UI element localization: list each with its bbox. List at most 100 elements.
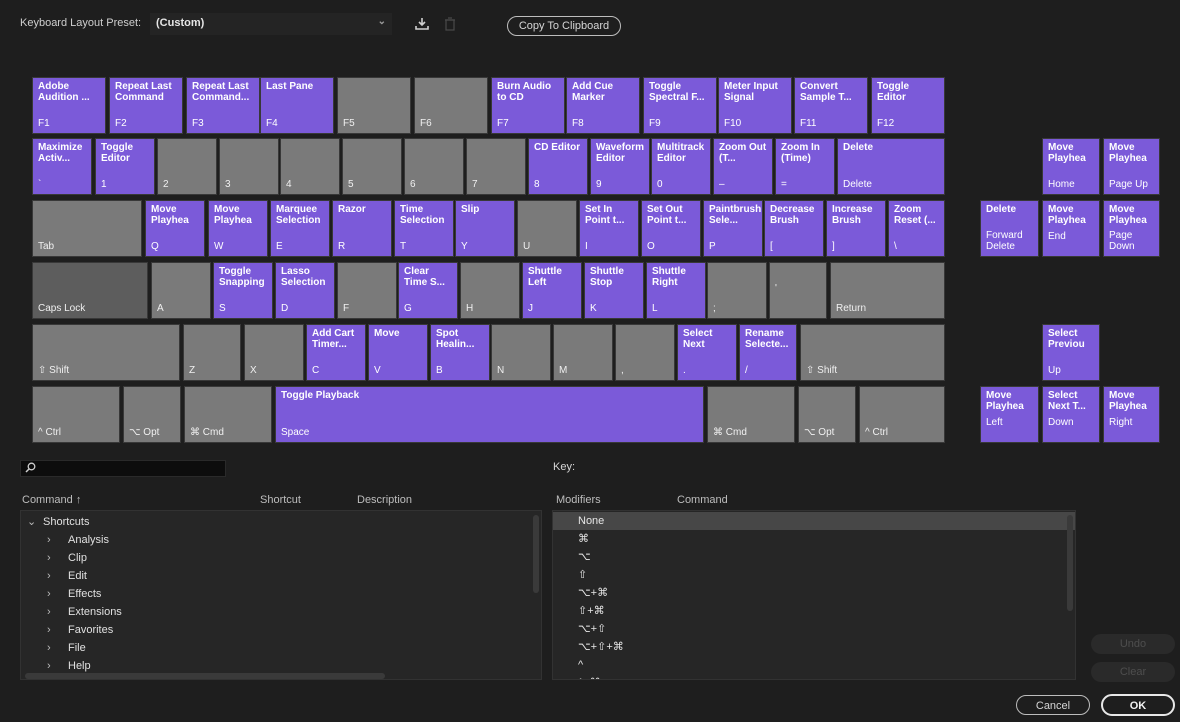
key-right-shift[interactable]: ⇧ Shift — [800, 324, 945, 381]
key-7[interactable]: 7 — [466, 138, 526, 195]
key-page-down[interactable]: Move Playhea Page Down — [1103, 200, 1160, 257]
key-home[interactable]: Move Playhea Home — [1042, 138, 1100, 195]
key-l[interactable]: Shuttle Right L — [646, 262, 706, 319]
key-g[interactable]: Clear Time S... G — [398, 262, 458, 319]
key-right-cmd[interactable]: ⌘ Cmd — [707, 386, 795, 443]
modifier-row[interactable]: ⌥+⇧ — [553, 620, 1075, 638]
key-end[interactable]: Move Playhea End — [1042, 200, 1100, 257]
vertical-scrollbar[interactable] — [533, 515, 539, 593]
save-preset-icon[interactable] — [413, 15, 431, 33]
modifier-row[interactable]: ^+⌘ — [553, 674, 1075, 679]
key-semicolon[interactable]: ; — [707, 262, 767, 319]
key-c[interactable]: Add Cart Timer... C — [306, 324, 366, 381]
vertical-scrollbar[interactable] — [1067, 515, 1073, 611]
key-r[interactable]: Razor R — [332, 200, 392, 257]
key-right-ctrl[interactable]: ^ Ctrl — [859, 386, 945, 443]
key-right-opt[interactable]: ⌥ Opt — [798, 386, 856, 443]
clear-button[interactable]: Clear — [1091, 662, 1175, 682]
key-u[interactable]: U — [517, 200, 577, 257]
key-right-bracket[interactable]: Increase Brush] — [826, 200, 886, 257]
key-return[interactable]: Return — [830, 262, 945, 319]
copy-to-clipboard-button[interactable]: Copy To Clipboard — [507, 16, 621, 36]
key-backtick[interactable]: Maximize Activ... ` — [32, 138, 92, 195]
tree-item[interactable]: › Edit — [47, 567, 87, 585]
key-s[interactable]: Toggle Snapping S — [213, 262, 273, 319]
key-w[interactable]: Move Playhea W — [208, 200, 268, 257]
column-key-command-header[interactable]: Command — [677, 494, 728, 506]
undo-button[interactable]: Undo — [1091, 634, 1175, 654]
key-f3[interactable]: Repeat Last Command... F3 — [186, 77, 260, 134]
tree-item[interactable]: › Favorites — [47, 621, 113, 639]
ok-button[interactable]: OK — [1101, 694, 1175, 716]
key-n[interactable]: N — [491, 324, 551, 381]
key-f11[interactable]: Convert Sample T... F11 — [794, 77, 868, 134]
key-f2[interactable]: Repeat Last Command F2 — [109, 77, 183, 134]
key-f6[interactable]: F6 — [414, 77, 488, 134]
key-f[interactable]: F — [337, 262, 397, 319]
column-shortcut-header[interactable]: Shortcut — [260, 494, 301, 506]
key-quote[interactable]: ' — [769, 262, 827, 319]
key-j[interactable]: Shuttle Left J — [522, 262, 582, 319]
key-2[interactable]: 2 — [157, 138, 217, 195]
key-f4[interactable]: Last Pane F4 — [260, 77, 334, 134]
key-4[interactable]: 4 — [280, 138, 340, 195]
key-slash[interactable]: Rename Selecte... / — [739, 324, 797, 381]
key-z[interactable]: Z — [183, 324, 241, 381]
key-equals[interactable]: Zoom In (Time) = — [775, 138, 835, 195]
key-i[interactable]: Set In Point t... I — [579, 200, 639, 257]
key-arrow-up[interactable]: Select Previou Up — [1042, 324, 1100, 381]
key-o[interactable]: Set Out Point t... O — [641, 200, 701, 257]
key-f1[interactable]: Adobe Audition ... F1 — [32, 77, 106, 134]
key-p[interactable]: Paintbrush Sele... P — [703, 200, 763, 257]
command-search[interactable] — [20, 460, 226, 477]
key-comma[interactable]: , — [615, 324, 675, 381]
tree-item[interactable]: › Extensions — [47, 603, 122, 621]
tree-root-shortcuts[interactable]: ⌄ Shortcuts — [27, 513, 89, 531]
search-input[interactable] — [39, 461, 223, 476]
key-page-up[interactable]: Move Playhea Page Up — [1103, 138, 1160, 195]
modifier-row[interactable]: ⇧ — [553, 566, 1075, 584]
tree-item[interactable]: › Clip — [47, 549, 87, 567]
tree-item[interactable]: › File — [47, 639, 86, 657]
modifier-row[interactable]: ⌘ — [553, 530, 1075, 548]
tree-item[interactable]: › Analysis — [47, 531, 109, 549]
key-y[interactable]: Slip Y — [455, 200, 515, 257]
key-v[interactable]: Move V — [368, 324, 428, 381]
key-f10[interactable]: Meter Input Signal F10 — [718, 77, 792, 134]
key-left-cmd[interactable]: ⌘ Cmd — [184, 386, 272, 443]
key-6[interactable]: 6 — [404, 138, 464, 195]
modifier-row[interactable]: ⌥+⇧+⌘ — [553, 638, 1075, 656]
key-5[interactable]: 5 — [342, 138, 402, 195]
column-modifiers-header[interactable]: Modifiers — [556, 494, 601, 506]
key-q[interactable]: Move Playhea Q — [145, 200, 205, 257]
key-k[interactable]: Shuttle Stop K — [584, 262, 644, 319]
key-a[interactable]: A — [151, 262, 211, 319]
key-minus[interactable]: Zoom Out (T... – — [713, 138, 773, 195]
key-8[interactable]: CD Editor 8 — [528, 138, 588, 195]
key-b[interactable]: Spot Healin... B — [430, 324, 490, 381]
key-forward-delete[interactable]: Delete Forward Delete — [980, 200, 1039, 257]
key-3[interactable]: 3 — [219, 138, 279, 195]
key-arrow-down[interactable]: Select Next T... Down — [1042, 386, 1100, 443]
key-h[interactable]: H — [460, 262, 520, 319]
preset-dropdown[interactable]: (Custom) ⌄ — [150, 13, 392, 35]
modifier-row[interactable]: ^ — [553, 656, 1075, 674]
key-d[interactable]: Lasso Selection D — [275, 262, 335, 319]
key-t[interactable]: Time Selection T — [394, 200, 454, 257]
key-left-bracket[interactable]: Decrease Brush [ — [764, 200, 824, 257]
modifier-row[interactable]: ⌥+⌘ — [553, 584, 1075, 602]
key-9[interactable]: Waveform Editor 9 — [590, 138, 650, 195]
key-arrow-left[interactable]: Move Playhea Left — [980, 386, 1039, 443]
key-f9[interactable]: Toggle Spectral F... F9 — [643, 77, 717, 134]
column-command-header[interactable]: Command ↑ — [22, 494, 81, 506]
key-left-ctrl[interactable]: ^ Ctrl — [32, 386, 120, 443]
key-1[interactable]: Toggle Editor 1 — [95, 138, 155, 195]
key-caps-lock[interactable]: Caps Lock — [32, 262, 148, 319]
key-space[interactable]: Toggle Playback Space — [275, 386, 704, 443]
key-f12[interactable]: Toggle Editor F12 — [871, 77, 945, 134]
key-m[interactable]: M — [553, 324, 613, 381]
tree-item[interactable]: › Effects — [47, 585, 101, 603]
modifier-row[interactable]: ⌥ — [553, 548, 1075, 566]
key-backslash[interactable]: Zoom Reset (... \ — [888, 200, 945, 257]
modifier-row[interactable]: None — [553, 512, 1075, 530]
